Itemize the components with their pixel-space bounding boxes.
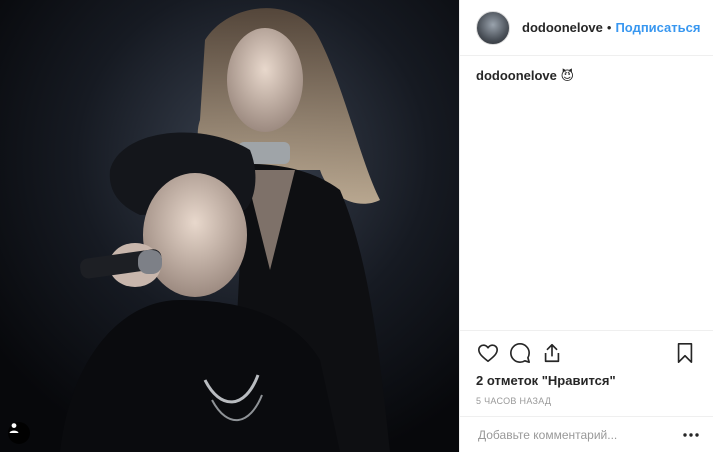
post-actions: 2 отметок "Нравится" 5 часов назад: [460, 330, 713, 416]
speech-bubble-icon[interactable]: [504, 337, 536, 369]
caption-username[interactable]: dodoonelove: [476, 68, 557, 83]
post-photo[interactable]: [0, 0, 459, 452]
comment-box: [460, 416, 713, 452]
bookmark-glyph: [677, 343, 693, 363]
separator-dot: •: [606, 20, 612, 35]
more-options-icon[interactable]: [679, 423, 703, 447]
person-icon: [9, 423, 19, 433]
likes-count[interactable]: 2 отметок "Нравится": [472, 369, 701, 388]
share-glyph: [544, 343, 560, 363]
heart-icon[interactable]: [472, 337, 504, 369]
share-icon[interactable]: [536, 337, 568, 369]
bookmark-icon[interactable]: [669, 337, 701, 369]
post-side-panel: dodoonelove • Подписаться dodoonelove 😈: [459, 0, 713, 452]
comment-input[interactable]: [476, 426, 679, 443]
ellipsis-glyph: [683, 432, 699, 437]
author-avatar[interactable]: [476, 10, 510, 45]
comment-glyph: [510, 343, 530, 363]
instagram-post: dodoonelove • Подписаться dodoonelove 😈: [0, 0, 713, 452]
post-caption: dodoonelove 😈: [460, 56, 713, 330]
follow-button[interactable]: Подписаться: [615, 20, 700, 35]
author-username[interactable]: dodoonelove: [522, 20, 603, 35]
post-header: dodoonelove • Подписаться: [460, 0, 713, 56]
heart-glyph: [478, 344, 498, 363]
post-timestamp[interactable]: 5 часов назад: [472, 388, 701, 416]
user-tag-icon[interactable]: [8, 422, 30, 444]
caption-text: 😈: [556, 68, 575, 83]
stage-photo-illustration: [0, 0, 459, 452]
action-icons-row: [472, 337, 701, 369]
